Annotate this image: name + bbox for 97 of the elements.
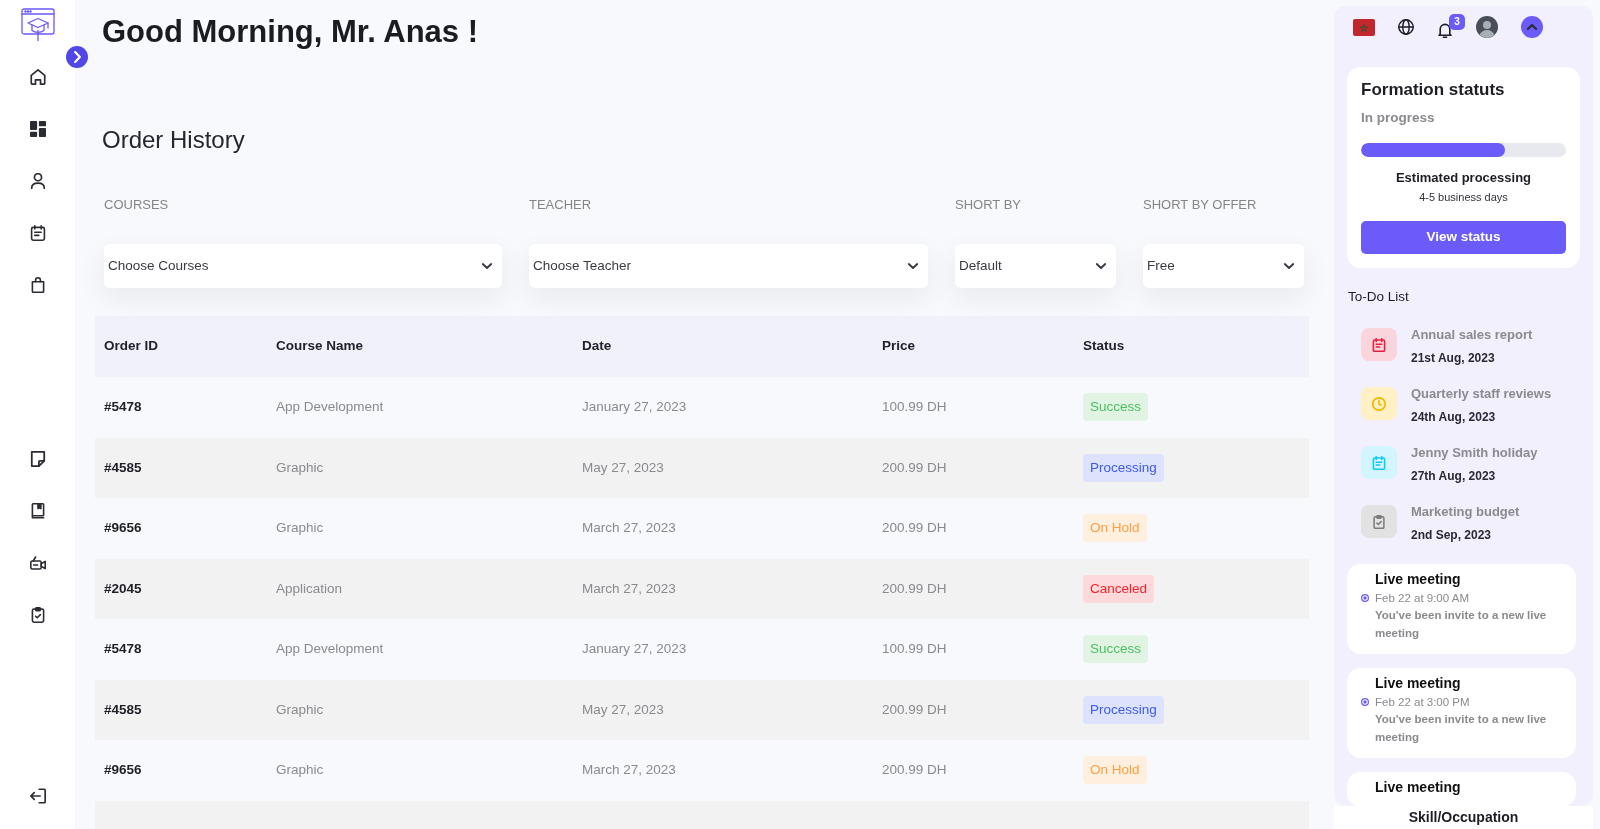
meeting-card[interactable]: Live meeting [1347,772,1576,806]
filter-label: TEACHER [529,197,592,213]
flag-icon[interactable] [1353,18,1375,36]
status-text: In progress [1361,109,1436,127]
graduation-cap-logo [20,8,55,42]
table-cell: March 27, 2023 [573,740,873,801]
chevron-down-icon [1284,263,1294,269]
table-cell: 200.99 DH [873,498,1074,559]
chevron-down-icon [908,263,918,269]
table-cell: 200.99 DH [873,558,1074,619]
column-header: Price [873,316,1074,377]
filter-label: COURSES [104,197,169,213]
table-cell: Application [267,558,573,619]
chevron-up-icon [1527,24,1537,30]
card-title: Formation statuts [1361,79,1506,101]
calendar-icon[interactable] [29,225,46,241]
filter-dropdown[interactable]: Default [955,244,1116,288]
table-cell: App Development [267,619,573,680]
chevron-down-icon [482,263,492,269]
status-badge: Success [1083,393,1149,422]
table-cell: #4585 [95,679,267,740]
status-badge: Processing [1083,695,1164,724]
collapse-button[interactable] [1521,16,1543,38]
table-cell: Graphic [267,740,573,801]
status-badge: On Hold [1083,514,1147,543]
table-cell: #2045 [95,558,267,619]
dashboard-icon[interactable] [29,121,46,137]
section-title: Order History [102,125,245,155]
column-header: Order ID [95,316,267,377]
meeting-time: Feb 22 at 3:00 PM [1375,695,1470,709]
filter-dropdown[interactable]: Free [1143,244,1304,288]
estimate-text: 4-5 business days [1418,190,1509,204]
table-cell: App Development [267,377,573,438]
home-icon[interactable] [29,69,46,85]
column-header: Course Name [267,316,573,377]
dot-icon [1361,594,1369,602]
filter-dropdown[interactable]: Choose Courses [104,244,502,288]
sidebar-toggle-button[interactable] [66,46,88,68]
meeting-time: Feb 22 at 9:00 AM [1375,591,1469,605]
table-cell: Graphic [267,679,573,740]
notification-count: 3 [1449,14,1465,30]
table-cell: 200.99 DH [873,437,1074,498]
logout-icon[interactable] [29,788,46,804]
table-cell: January 27, 2023 [573,619,873,680]
table-cell: #9656 [95,498,267,559]
meeting-title: Live meeting [1375,571,1462,587]
table-cell: March 27, 2023 [573,498,873,559]
column-header: Status [1074,316,1309,377]
todo-date: 2nd Sep, 2023 [1411,527,1493,543]
todo-heading: To-Do List [1348,289,1409,304]
meeting-card[interactable]: Live meeting Feb 22 at 9:00 AM You've been invite to a new live meeting [1347,564,1576,654]
filter-label: SHORT BY OFFER [1143,197,1257,213]
user-icon[interactable] [29,173,46,189]
meeting-title: Live meeting [1375,779,1462,795]
table-cell: January 27, 2023 [573,377,873,438]
globe-icon[interactable] [1398,19,1414,35]
column-header: Date [573,316,873,377]
bell-icon[interactable] [1437,22,1453,39]
meeting-message: You've been invite to a new live meeting [1375,712,1548,745]
meeting-card[interactable]: Live meeting Feb 22 at 3:00 PM You've been invite to a new live meeting [1347,668,1576,758]
chevron-right-icon [73,51,81,63]
dot-icon [1361,698,1369,706]
table-cell: March 27, 2023 [573,558,873,619]
skill-occupation-tab[interactable]: Skill/Occupation [1334,806,1593,829]
todo-date: 21st Aug, 2023 [1411,350,1496,366]
table-cell: May 27, 2023 [573,437,873,498]
filter-dropdown[interactable]: Choose Teacher [529,244,928,288]
table-cell: Graphic [267,437,573,498]
table-cell: 200.99 DH [873,740,1074,801]
table-cell: #4585 [95,437,267,498]
table-cell: 100.99 DH [873,619,1074,680]
status-badge: Canceled [1083,574,1155,603]
view-status-button[interactable]: View status [1361,221,1566,254]
meeting-message: You've been invite to a new live meeting [1375,608,1548,641]
table-cell: Graphic [267,498,573,559]
shopping-bag-icon[interactable] [29,277,46,293]
status-badge: Processing [1083,453,1164,482]
sticky-note-icon[interactable] [29,451,46,467]
todo-date: 24th Aug, 2023 [1411,409,1497,425]
table-cell: #5478 [95,377,267,438]
video-camera-icon[interactable] [29,555,46,571]
filter-label: SHORT BY [955,197,1021,213]
chevron-down-icon [1096,263,1106,269]
estimate-label: Estimated processing [1394,169,1533,187]
table-cell: #5478 [95,619,267,680]
meeting-title: Live meeting [1375,675,1462,691]
clipboard-check-icon[interactable] [29,607,46,623]
status-badge: Success [1083,635,1149,664]
greeting-heading: Good Morning, Mr. Anas ! [102,13,478,51]
book-icon[interactable] [29,503,46,519]
avatar-icon[interactable] [1476,16,1498,38]
table-cell: May 27, 2023 [573,679,873,740]
table-cell: 200.99 DH [873,679,1074,740]
status-badge: On Hold [1083,756,1147,785]
table-cell: #9656 [95,740,267,801]
todo-date: 27th Aug, 2023 [1411,468,1497,484]
table-cell: 100.99 DH [873,377,1074,438]
